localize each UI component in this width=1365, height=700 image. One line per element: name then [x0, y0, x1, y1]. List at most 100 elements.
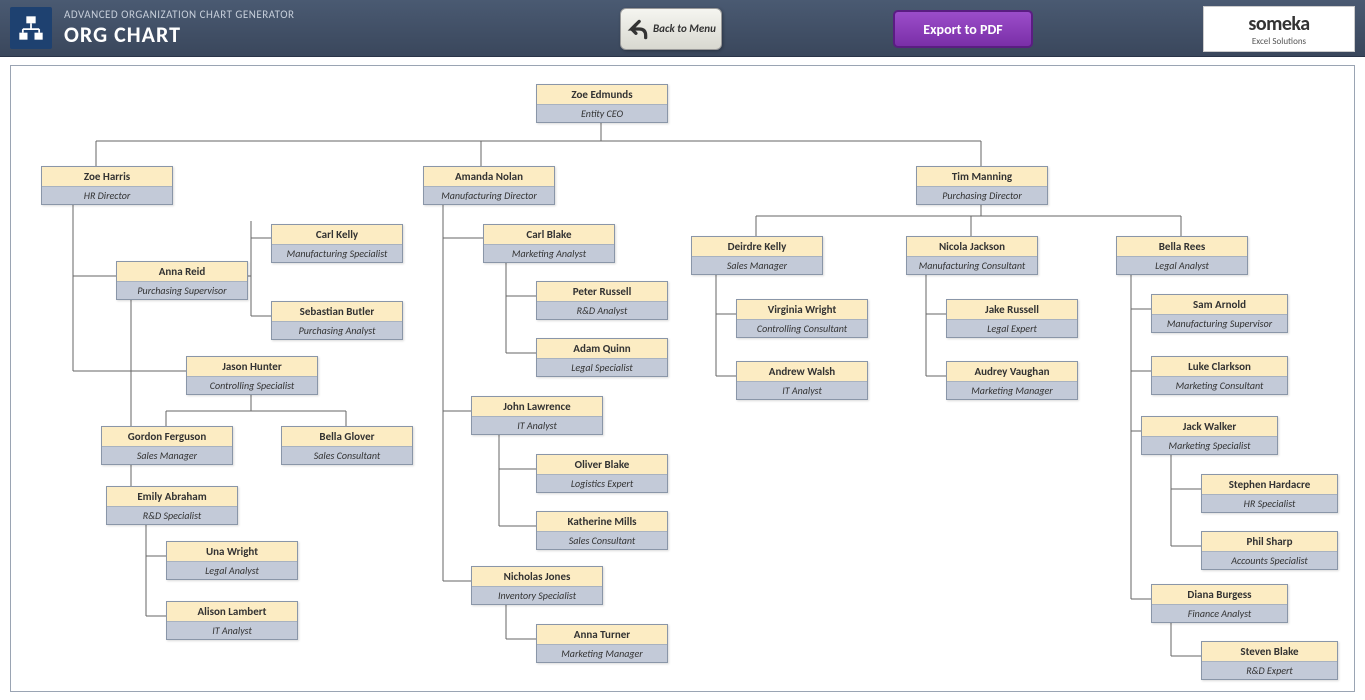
org-node-john[interactable]: John LawrenceIT Analyst: [471, 396, 603, 435]
node-role: IT Analyst: [472, 417, 602, 434]
export-pdf-button[interactable]: Export to PDF: [893, 10, 1033, 48]
node-name: Sebastian Butler: [272, 302, 402, 322]
node-role: Controlling Consultant: [737, 320, 867, 337]
node-name: Virginia Wright: [737, 300, 867, 320]
node-role: Manufacturing Director: [424, 187, 554, 204]
node-role: Manufacturing Supervisor: [1152, 315, 1287, 332]
node-name: Diana Burgess: [1152, 585, 1287, 605]
org-node-jaker[interactable]: Jake RussellLegal Expert: [946, 299, 1078, 338]
node-role: Logistics Expert: [537, 475, 667, 492]
org-node-kath[interactable]: Katherine MillsSales Consultant: [536, 511, 668, 550]
node-role: Sales Consultant: [537, 532, 667, 549]
org-node-gordon[interactable]: Gordon FergusonSales Manager: [101, 426, 233, 465]
org-node-carlb[interactable]: Carl BlakeMarketing Analyst: [483, 224, 615, 263]
org-node-seb[interactable]: Sebastian ButlerPurchasing Analyst: [271, 301, 403, 340]
node-role: Accounts Specialist: [1202, 552, 1337, 569]
node-name: Zoe Edmunds: [537, 85, 667, 105]
titles: ADVANCED ORGANIZATION CHART GENERATOR OR…: [64, 8, 294, 48]
node-name: Audrey Vaughan: [947, 362, 1077, 382]
brand-name: someka: [1248, 12, 1309, 36]
back-arrow-icon: [621, 13, 653, 45]
node-name: Andrew Walsh: [737, 362, 867, 382]
node-name: Alison Lambert: [167, 602, 297, 622]
node-role: Entity CEO: [537, 105, 667, 122]
org-node-anna[interactable]: Anna ReidPurchasing Supervisor: [116, 261, 248, 300]
node-name: Peter Russell: [537, 282, 667, 302]
node-role: Purchasing Analyst: [272, 322, 402, 339]
node-role: Marketing Specialist: [1142, 437, 1277, 454]
org-node-steven[interactable]: Steven BlakeR&D Expert: [1201, 641, 1338, 680]
org-node-ceo[interactable]: Zoe EdmundsEntity CEO: [536, 84, 668, 123]
app-header: ADVANCED ORGANIZATION CHART GENERATOR OR…: [0, 0, 1365, 57]
org-node-peter[interactable]: Peter RussellR&D Analyst: [536, 281, 668, 320]
node-role: Sales Manager: [102, 447, 232, 464]
node-role: Manufacturing Consultant: [907, 257, 1037, 274]
node-role: IT Analyst: [737, 382, 867, 399]
node-role: Manufacturing Specialist: [272, 245, 402, 262]
org-node-pur[interactable]: Tim ManningPurchasing Director: [916, 166, 1048, 205]
org-node-bellar[interactable]: Bella ReesLegal Analyst: [1116, 236, 1248, 275]
node-role: Legal Analyst: [167, 562, 297, 579]
node-role: R&D Expert: [1202, 662, 1337, 679]
org-node-una[interactable]: Una WrightLegal Analyst: [166, 541, 298, 580]
org-node-bellag[interactable]: Bella GloverSales Consultant: [281, 426, 413, 465]
node-role: Marketing Manager: [537, 645, 667, 662]
org-node-deirdre[interactable]: Deirdre KellySales Manager: [691, 236, 823, 275]
node-name: Nicholas Jones: [472, 567, 602, 587]
page-title: ORG CHART: [64, 21, 294, 48]
node-name: Steven Blake: [1202, 642, 1337, 662]
org-node-jason[interactable]: Jason HunterControlling Specialist: [186, 356, 318, 395]
node-role: Sales Manager: [692, 257, 822, 274]
back-to-menu-button[interactable]: Back to Menu: [620, 8, 722, 50]
org-chart-canvas: Zoe EdmundsEntity CEO Zoe HarrisHR Direct…: [10, 65, 1355, 692]
someka-logo: someka Excel Solutions: [1203, 6, 1355, 52]
node-role: HR Specialist: [1202, 495, 1337, 512]
node-name: Amanda Nolan: [424, 167, 554, 187]
org-node-nicola[interactable]: Nicola JacksonManufacturing Consultant: [906, 236, 1038, 275]
node-name: Katherine Mills: [537, 512, 667, 532]
node-role: Controlling Specialist: [187, 377, 317, 394]
org-node-diana[interactable]: Diana BurgessFinance Analyst: [1151, 584, 1288, 623]
org-node-hr[interactable]: Zoe HarrisHR Director: [41, 166, 173, 205]
org-node-oliver[interactable]: Oliver BlakeLogistics Expert: [536, 454, 668, 493]
node-name: Carl Kelly: [272, 225, 402, 245]
brand-tag: Excel Solutions: [1252, 36, 1306, 47]
node-role: Marketing Consultant: [1152, 377, 1287, 394]
org-node-virginia[interactable]: Virginia WrightControlling Consultant: [736, 299, 868, 338]
node-role: Purchasing Supervisor: [117, 282, 247, 299]
node-name: Anna Turner: [537, 625, 667, 645]
node-name: Bella Rees: [1117, 237, 1247, 257]
org-node-stephen[interactable]: Stephen HardacreHR Specialist: [1201, 474, 1338, 513]
org-node-annat[interactable]: Anna TurnerMarketing Manager: [536, 624, 668, 663]
node-name: Carl Blake: [484, 225, 614, 245]
org-node-phil[interactable]: Phil SharpAccounts Specialist: [1201, 531, 1338, 570]
node-name: Bella Glover: [282, 427, 412, 447]
org-node-andrew[interactable]: Andrew WalshIT Analyst: [736, 361, 868, 400]
node-name: Emily Abraham: [107, 487, 237, 507]
node-name: Phil Sharp: [1202, 532, 1337, 552]
node-name: Luke Clarkson: [1152, 357, 1287, 377]
org-node-carlk[interactable]: Carl KellyManufacturing Specialist: [271, 224, 403, 263]
node-name: Stephen Hardacre: [1202, 475, 1337, 495]
node-role: Legal Specialist: [537, 359, 667, 376]
back-label: Back to Menu: [653, 23, 716, 35]
org-node-emily[interactable]: Emily AbrahamR&D Specialist: [106, 486, 238, 525]
org-node-adam[interactable]: Adam QuinnLegal Specialist: [536, 338, 668, 377]
node-name: Gordon Ferguson: [102, 427, 232, 447]
node-name: Tim Manning: [917, 167, 1047, 187]
org-node-alison[interactable]: Alison LambertIT Analyst: [166, 601, 298, 640]
org-node-sam[interactable]: Sam ArnoldManufacturing Supervisor: [1151, 294, 1288, 333]
node-name: Anna Reid: [117, 262, 247, 282]
node-name: Oliver Blake: [537, 455, 667, 475]
node-role: Legal Expert: [947, 320, 1077, 337]
org-node-mfg[interactable]: Amanda NolanManufacturing Director: [423, 166, 555, 205]
node-role: R&D Analyst: [537, 302, 667, 319]
org-node-audrey[interactable]: Audrey VaughanMarketing Manager: [946, 361, 1078, 400]
org-node-nich[interactable]: Nicholas JonesInventory Specialist: [471, 566, 603, 605]
org-node-luke[interactable]: Luke ClarksonMarketing Consultant: [1151, 356, 1288, 395]
node-name: Sam Arnold: [1152, 295, 1287, 315]
node-name: Nicola Jackson: [907, 237, 1037, 257]
node-role: Inventory Specialist: [472, 587, 602, 604]
node-name: Jason Hunter: [187, 357, 317, 377]
org-node-jack[interactable]: Jack WalkerMarketing Specialist: [1141, 416, 1278, 455]
